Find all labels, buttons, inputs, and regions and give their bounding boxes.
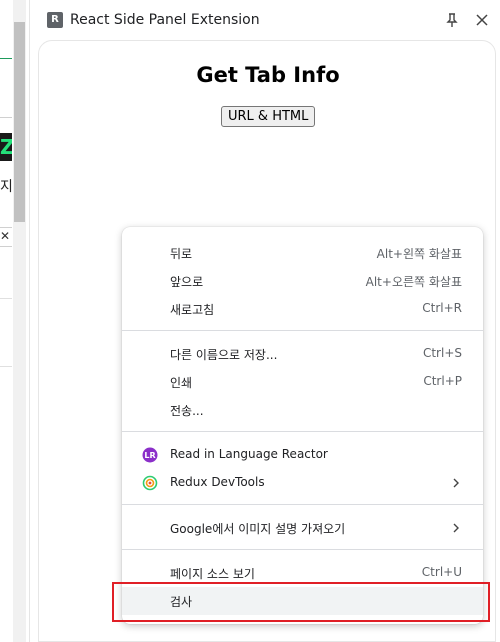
menu-item-send[interactable]: 전송... [122, 396, 483, 424]
page-scrollbar-thumb[interactable] [14, 22, 25, 222]
menu-item-print[interactable]: 인쇄 Ctrl+P [122, 368, 483, 396]
svg-text:LR: LR [144, 451, 155, 460]
divider [0, 298, 12, 299]
menu-item-label: 앞으로 [170, 275, 204, 289]
menu-item-label: 전송... [170, 404, 204, 418]
main-page-sliver: Z 지 ✕ [0, 0, 30, 642]
menu-item-redux-devtools[interactable]: Redux DevTools [122, 469, 483, 497]
menu-item-shortcut: Alt+왼쪽 화살표 [376, 247, 462, 261]
pin-icon[interactable] [444, 12, 460, 28]
menu-item-label: Redux DevTools [170, 475, 265, 489]
menu-item-back[interactable]: 뒤로 Alt+왼쪽 화살표 [122, 239, 483, 267]
close-icon[interactable] [474, 12, 490, 28]
menu-item-google-image-description[interactable]: Google에서 이미지 설명 가져오기 [122, 514, 483, 542]
menu-item-label: 다른 이름으로 저장... [170, 348, 278, 362]
divider [0, 246, 12, 247]
menu-separator [122, 330, 483, 331]
partial-text: 지 [0, 179, 13, 195]
url-html-button[interactable]: URL & HTML [221, 106, 316, 127]
divider [0, 366, 12, 367]
menu-item-forward[interactable]: 앞으로 Alt+오른쪽 화살표 [122, 267, 483, 295]
menu-item-label: 새로고침 [170, 303, 215, 317]
chevron-right-icon [453, 478, 459, 488]
divider [0, 58, 12, 59]
menu-item-shortcut: Ctrl+S [422, 346, 462, 360]
menu-item-label: Google에서 이미지 설명 가져오기 [170, 522, 346, 536]
menu-item-inspect[interactable]: 검사 [122, 587, 483, 615]
menu-item-save-as[interactable]: 다른 이름으로 저장... Ctrl+S [122, 340, 483, 368]
menu-item-label: 뒤로 [170, 247, 193, 261]
chevron-right-icon [453, 523, 459, 533]
menu-item-label: Read in Language Reactor [170, 447, 328, 461]
menu-item-shortcut: Ctrl+U [421, 565, 462, 579]
divider [0, 117, 12, 118]
menu-item-label: 검사 [170, 595, 193, 609]
menu-item-shortcut: Alt+오른쪽 화살표 [365, 275, 462, 289]
menu-item-shortcut: Ctrl+R [422, 301, 462, 315]
redux-devtools-icon [142, 475, 158, 491]
menu-separator [122, 549, 483, 550]
close-icon[interactable]: ✕ [0, 229, 10, 243]
menu-item-language-reactor[interactable]: LR Read in Language Reactor [122, 441, 483, 469]
menu-separator [122, 431, 483, 432]
side-panel-title: React Side Panel Extension [70, 12, 260, 28]
divider [0, 227, 12, 228]
context-menu: 뒤로 Alt+왼쪽 화살표 앞으로 Alt+오른쪽 화살표 새로고침 Ctrl+… [122, 227, 483, 624]
extension-logo-icon: R [47, 12, 63, 28]
menu-item-label: 페이지 소스 보기 [170, 567, 255, 581]
menu-separator [122, 504, 483, 505]
menu-item-shortcut: Ctrl+P [423, 374, 462, 388]
language-reactor-icon: LR [142, 447, 158, 463]
side-panel-header: R React Side Panel Extension [30, 0, 500, 40]
menu-item-view-source[interactable]: 페이지 소스 보기 Ctrl+U [122, 559, 483, 587]
menu-item-label: 인쇄 [170, 376, 193, 390]
menu-item-reload[interactable]: 새로고침 Ctrl+R [122, 295, 483, 323]
page-title: Get Tab Info [196, 63, 340, 87]
site-logo: Z [0, 133, 12, 161]
